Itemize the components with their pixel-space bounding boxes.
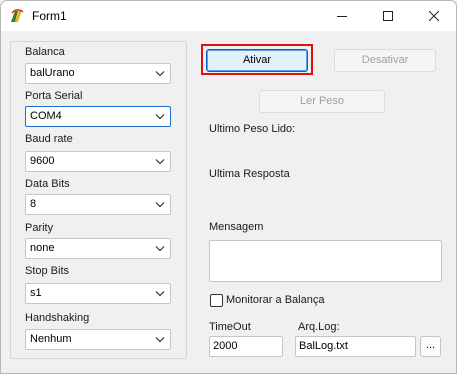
baud-rate-label: Baud rate <box>25 133 73 145</box>
parity-value: none <box>30 242 55 254</box>
handshaking-value: Nenhum <box>30 333 72 345</box>
porta-serial-label: Porta Serial <box>25 90 83 102</box>
chevron-down-icon <box>155 159 165 165</box>
data-bits-label: Data Bits <box>25 178 70 190</box>
timeout-label: TimeOut <box>209 321 251 333</box>
arqlog-value: BalLog.txt <box>299 340 348 352</box>
window-title: Form1 <box>32 9 67 23</box>
stop-bits-label: Stop Bits <box>25 265 70 277</box>
balanca-label: Balanca <box>25 46 65 58</box>
ultimo-peso-label: Ultimo Peso Lido: <box>209 123 296 135</box>
balanca-value: balUrano <box>30 67 75 79</box>
title-bar[interactable]: Form1 <box>1 1 456 31</box>
ultima-resposta-label: Ultima Resposta <box>209 168 290 180</box>
app-icon <box>9 8 25 24</box>
minimize-icon <box>337 16 347 17</box>
stop-bits-combo[interactable]: s1 <box>25 283 171 304</box>
minimize-button[interactable] <box>319 1 365 31</box>
ler-peso-button[interactable]: Ler Peso <box>259 90 385 113</box>
mensagem-textarea[interactable] <box>209 240 442 282</box>
chevron-down-icon <box>155 246 165 252</box>
porta-serial-combo[interactable]: COM4 <box>25 106 171 127</box>
handshaking-combo[interactable]: Nenhum <box>25 329 171 350</box>
parity-label: Parity <box>25 222 54 234</box>
timeout-input[interactable]: 2000 <box>209 336 283 357</box>
handshaking-label: Handshaking <box>25 312 90 324</box>
data-bits-value: 8 <box>30 198 37 210</box>
close-button[interactable] <box>411 1 456 31</box>
stop-bits-value: s1 <box>30 287 42 299</box>
parity-combo[interactable]: none <box>25 238 171 259</box>
mensagem-label: Mensagem <box>209 221 264 233</box>
data-bits-combo[interactable]: 8 <box>25 194 171 215</box>
arqlog-label: Arq.Log: <box>298 321 340 333</box>
chevron-down-icon <box>155 71 165 77</box>
close-icon <box>429 11 439 21</box>
desativar-button[interactable]: Desativar <box>334 49 436 72</box>
baud-rate-combo[interactable]: 9600 <box>25 151 171 172</box>
baud-rate-value: 9600 <box>30 155 55 167</box>
arqlog-input[interactable]: BalLog.txt <box>295 336 416 357</box>
monitorar-checkbox[interactable] <box>210 294 223 307</box>
chevron-down-icon <box>155 291 165 297</box>
ativar-button[interactable]: Ativar <box>206 49 308 72</box>
timeout-value: 2000 <box>213 340 238 352</box>
chevron-down-icon <box>155 337 165 343</box>
maximize-button[interactable] <box>365 1 411 31</box>
chevron-down-icon <box>155 202 165 208</box>
porta-serial-value: COM4 <box>30 110 62 122</box>
chevron-down-icon <box>155 114 165 120</box>
maximize-icon <box>383 11 393 21</box>
monitorar-label[interactable]: Monitorar a Balança <box>226 294 324 306</box>
browse-button[interactable]: ... <box>420 336 441 357</box>
balanca-combo[interactable]: balUrano <box>25 63 171 84</box>
form-window: Form1 Balanca balUrano Porta Serial COM4… <box>0 0 457 374</box>
